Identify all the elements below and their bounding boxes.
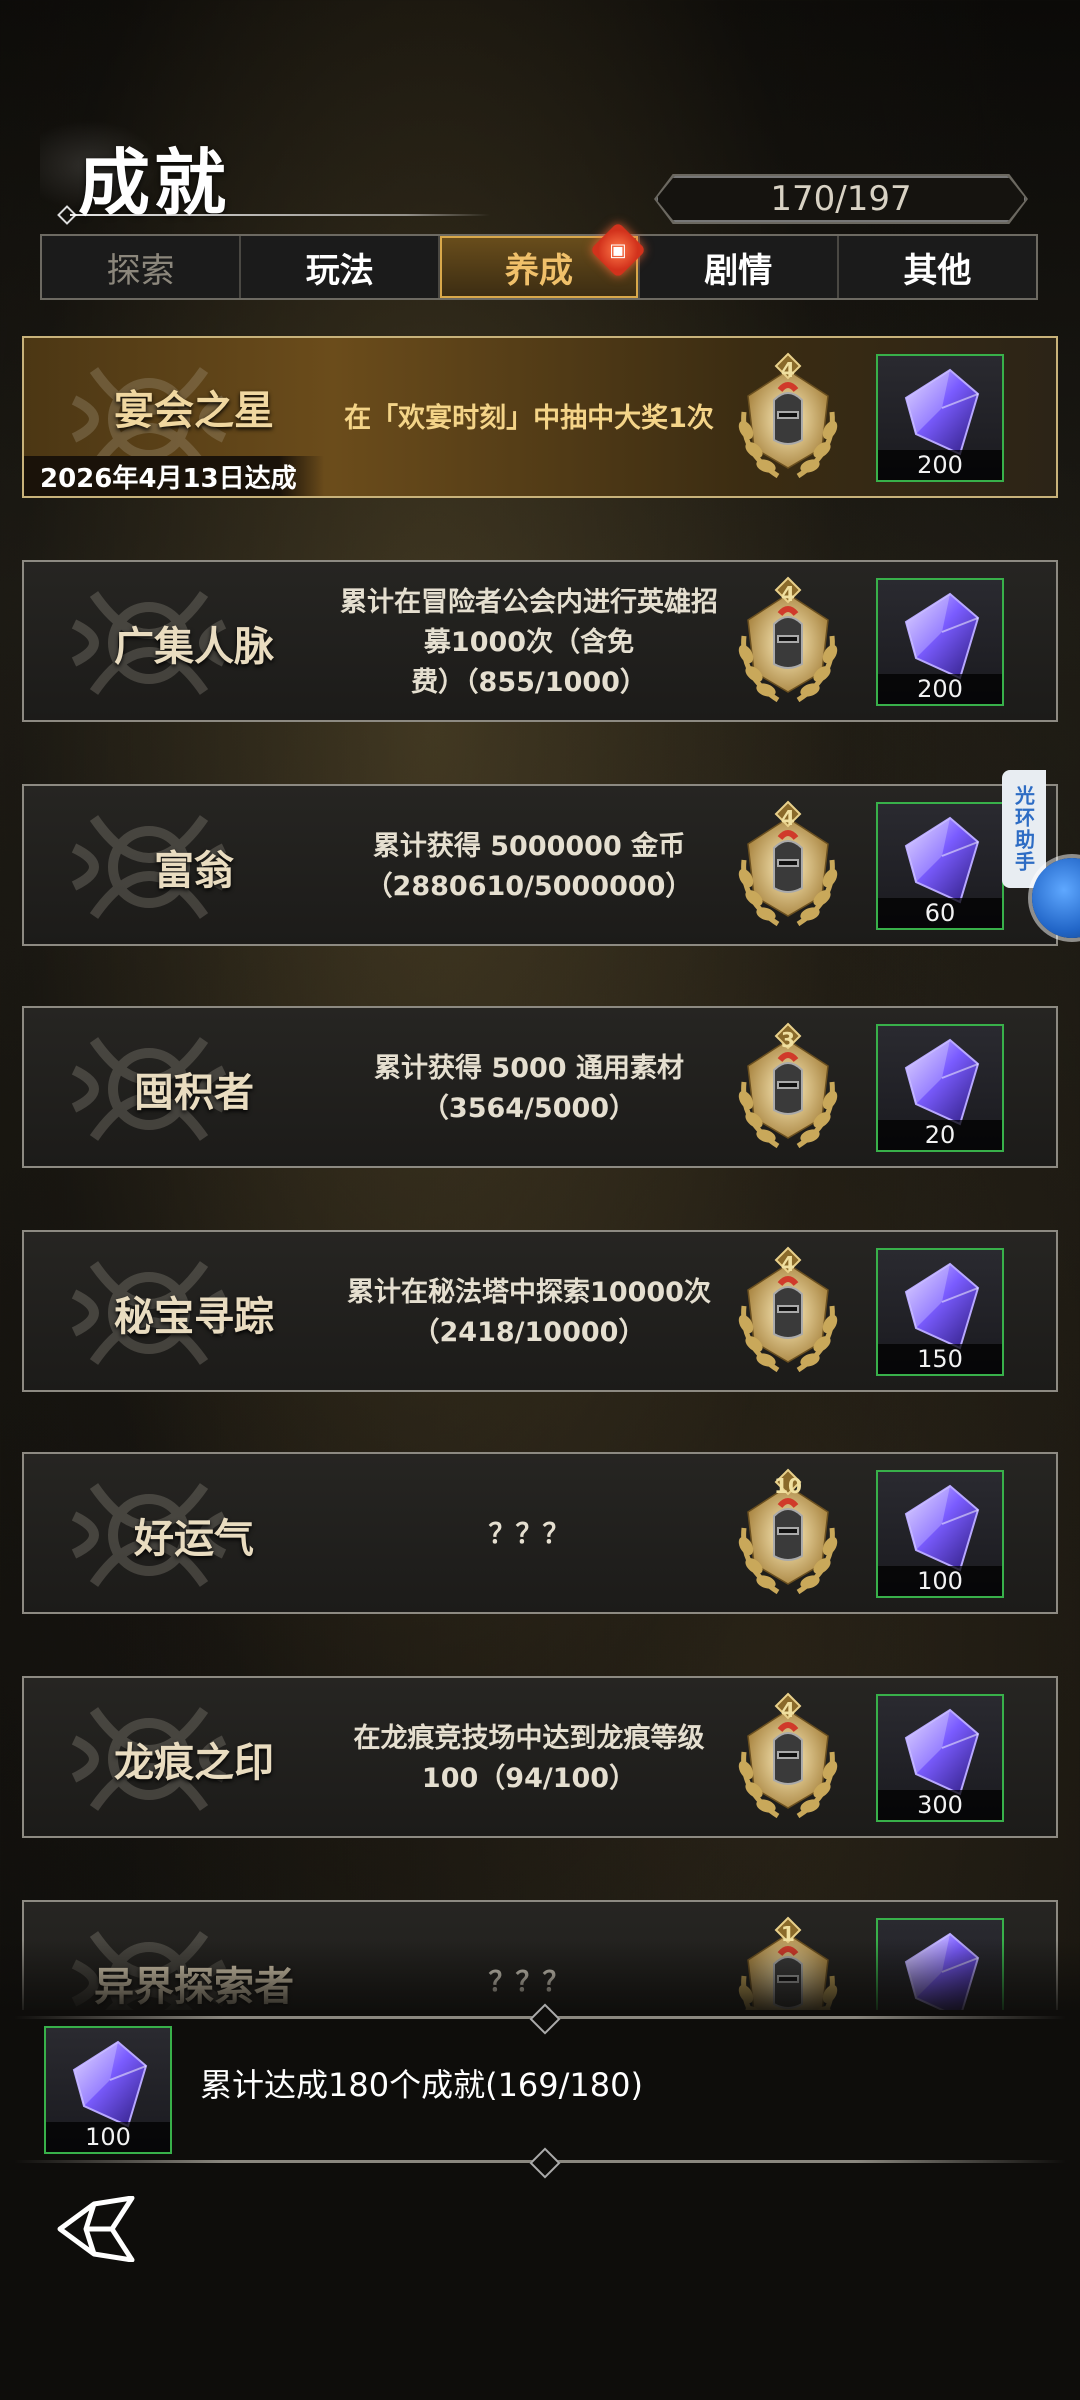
reward-item[interactable]: 200: [876, 354, 1004, 482]
reward-count: 150: [878, 1344, 1002, 1374]
achievement-desc: ？？？: [488, 1519, 570, 1550]
reward-count: 200: [878, 674, 1002, 704]
helper-tab[interactable]: 光环助手: [1002, 770, 1046, 888]
reward-count: 60: [878, 898, 1002, 928]
reward-count: 100: [878, 1566, 1002, 1596]
badge-level: 4: [781, 582, 795, 606]
crystal-icon: [70, 2040, 150, 2130]
tab-growth[interactable]: 养成 ▣: [440, 221, 646, 298]
achievement-name: 富翁: [154, 848, 234, 894]
medal-badge-icon: 4: [724, 1692, 852, 1826]
crystal-icon: [902, 368, 982, 458]
footer-reward-item[interactable]: 100: [44, 2026, 172, 2154]
badge-level: 10: [774, 1474, 802, 1498]
reward-count: 200: [878, 450, 1002, 480]
completion-date: 2026年4月13日达成: [24, 456, 324, 496]
badge-level: 4: [781, 1698, 795, 1722]
achievement-desc: 累计获得 5000 通用素材 （3564/5000）: [374, 1053, 684, 1124]
milestone-text: 累计达成180个成就(169/180): [200, 2066, 643, 2104]
reward-item[interactable]: 200: [876, 578, 1004, 706]
achievement-card[interactable]: 宴会之星 在「欢宴时刻」中抽中大奖1次 2026年4月13日达成 4 200: [22, 336, 1058, 498]
back-arrow-icon[interactable]: [54, 2196, 138, 2262]
footer-divider-bottom: [14, 2147, 1066, 2179]
reward-item[interactable]: 100: [876, 1470, 1004, 1598]
crystal-icon: [902, 1262, 982, 1352]
helper-label: 光环助手: [1011, 785, 1036, 873]
achievement-card[interactable]: 富翁 累计获得 5000000 金币 （2880610/5000000） 4 6…: [22, 784, 1058, 946]
crystal-icon: [902, 816, 982, 906]
achievement-desc: 在龙痕竞技场中达到龙痕等级 100（94/100）: [353, 1723, 705, 1794]
reward-item[interactable]: 20: [876, 1024, 1004, 1152]
crystal-icon: [902, 1484, 982, 1574]
badge-level: 4: [781, 806, 795, 830]
page-header: 成就: [40, 110, 490, 225]
title-underline: [70, 214, 490, 216]
achievement-card[interactable]: 秘宝寻踪 累计在秘法塔中探索10000次 （2418/10000） 4 150: [22, 1230, 1058, 1392]
medal-badge-icon: 10: [724, 1468, 852, 1602]
tab-story[interactable]: 剧情: [640, 236, 839, 298]
achievement-card[interactable]: 广集人脉 累计在冒险者公会内进行英雄招 募1000次（含免 费）（855/100…: [22, 560, 1058, 722]
achievement-name: 秘宝寻踪: [114, 1294, 274, 1340]
medal-badge-icon: 4: [724, 352, 852, 486]
achievement-name: 龙痕之印: [114, 1740, 274, 1786]
category-tabs: 探索 玩法 养成 ▣ 剧情 其他: [40, 221, 1038, 300]
reward-count: 100: [46, 2122, 170, 2152]
tab-gameplay[interactable]: 玩法: [241, 236, 441, 298]
badge-level: 4: [781, 358, 795, 382]
badge-level: 4: [781, 1252, 795, 1276]
medal-badge-icon: 3: [724, 1022, 852, 1156]
footer-divider-top: [14, 2003, 1066, 2035]
tab-explore[interactable]: 探索: [42, 236, 242, 298]
achievement-name: 好运气: [134, 1516, 254, 1562]
achievement-desc: 累计在秘法塔中探索10000次 （2418/10000）: [347, 1277, 711, 1348]
reward-item[interactable]: 150: [876, 1248, 1004, 1376]
progress-text: 170/197: [770, 179, 912, 219]
reward-item[interactable]: 300: [876, 1694, 1004, 1822]
crystal-icon: [902, 1038, 982, 1128]
tab-other[interactable]: 其他: [839, 236, 1036, 298]
achievement-card[interactable]: 龙痕之印 在龙痕竞技场中达到龙痕等级 100（94/100） 4 300: [22, 1676, 1058, 1838]
achievement-desc: 累计获得 5000000 金币 （2880610/5000000）: [365, 831, 693, 902]
reward-item[interactable]: 60: [876, 802, 1004, 930]
medal-badge-icon: 4: [724, 1246, 852, 1380]
achievement-card[interactable]: 囤积者 累计获得 5000 通用素材 （3564/5000） 3 20: [22, 1006, 1058, 1168]
crystal-icon: [902, 592, 982, 682]
achievement-progress-counter: 170/197: [656, 176, 1026, 222]
medal-badge-icon: 4: [724, 576, 852, 710]
badge-level: 3: [781, 1028, 795, 1052]
achievement-name: 广集人脉: [114, 624, 274, 670]
reward-count: 20: [878, 1120, 1002, 1150]
medal-badge-icon: 4: [724, 800, 852, 934]
gift-badge-icon: ▣: [589, 221, 646, 279]
achievement-card[interactable]: 好运气 ？？？ 10 100: [22, 1452, 1058, 1614]
reward-count: 300: [878, 1790, 1002, 1820]
achievement-name: 囤积者: [134, 1070, 254, 1116]
achievement-desc: 累计在冒险者公会内进行英雄招 募1000次（含免 费）（855/1000）: [340, 587, 718, 698]
achievement-desc: 在「欢宴时刻」中抽中大奖1次: [344, 403, 714, 434]
crystal-icon: [902, 1708, 982, 1798]
